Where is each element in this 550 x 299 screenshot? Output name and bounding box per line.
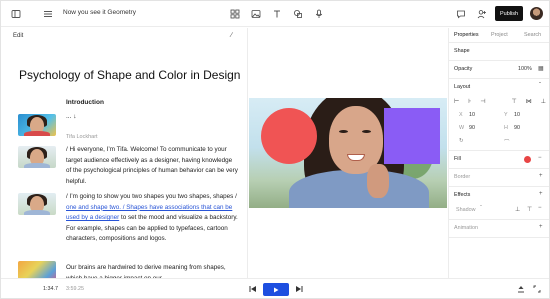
layout-label: Layout — [454, 84, 471, 90]
publish-button[interactable]: Publish — [495, 6, 523, 21]
effects-label: Effects — [454, 192, 471, 198]
plus-icon[interactable]: + — [539, 224, 543, 230]
fill-color-swatch[interactable] — [524, 156, 531, 163]
add-user-icon[interactable] — [475, 7, 489, 21]
skip-forward-icon[interactable] — [295, 285, 303, 295]
h-label: H — [504, 125, 508, 131]
align-center-h-icon[interactable]: ⊦ — [468, 98, 471, 105]
w-label: W — [459, 125, 465, 131]
tab-project[interactable]: Project — [491, 32, 508, 38]
align-center-v-icon[interactable]: ⋈ — [526, 98, 532, 105]
pencil-icon[interactable]: ∕ — [231, 32, 232, 39]
scene-thumbnail-3[interactable] — [18, 193, 56, 215]
shadow-label: Shadow — [456, 207, 476, 213]
chevron-up-icon[interactable]: ˆ — [539, 83, 541, 89]
h-input[interactable]: 90 — [514, 125, 520, 131]
y-label: Y — [504, 112, 508, 118]
x-input[interactable]: 10 — [469, 112, 475, 118]
shadow-settings-icon[interactable]: ⊥ — [515, 206, 520, 213]
properties-panel: Properties Project Search Shape Opacity … — [448, 28, 549, 278]
play-icon — [274, 287, 279, 292]
total-time: 3:59.25 — [66, 286, 84, 292]
tab-search[interactable]: Search — [524, 32, 541, 38]
app-window: Now you see it Geometry Publish Edit ∕ P… — [0, 0, 550, 299]
tab-properties[interactable]: Properties — [454, 32, 479, 38]
microphone-icon[interactable] — [312, 7, 326, 21]
scene-thumbnail-4[interactable] — [18, 261, 56, 278]
comment-icon[interactable] — [454, 7, 468, 21]
expand-icon[interactable] — [533, 285, 541, 295]
script-paragraph-3[interactable]: Our brains are hardwired to derive meani… — [66, 263, 238, 278]
rotate-icon[interactable]: ↻ — [459, 138, 464, 144]
y-input[interactable]: 10 — [514, 112, 520, 118]
panel-toggle-icon[interactable] — [9, 7, 23, 21]
edit-label: Edit — [13, 33, 24, 39]
image-icon[interactable] — [249, 7, 263, 21]
align-left-icon[interactable]: ⊢ — [454, 98, 459, 105]
upload-icon[interactable] — [517, 285, 525, 295]
section-heading[interactable]: Introduction — [66, 99, 104, 106]
plus-icon[interactable]: + — [539, 173, 543, 179]
current-time: 1:34.7 — [43, 286, 58, 292]
fill-label: Fill — [454, 156, 461, 162]
minus-icon[interactable]: − — [538, 155, 542, 161]
chevron-down-icon[interactable]: ˇ — [480, 206, 482, 212]
grid-icon[interactable] — [228, 7, 242, 21]
purple-square-shape[interactable] — [384, 108, 440, 164]
x-label: X — [459, 112, 463, 118]
opacity-icon[interactable]: ▦ — [538, 65, 544, 72]
script-paragraph-2[interactable]: / I’m going to show you two shapes you t… — [66, 192, 238, 245]
scene-thumbnail-2[interactable] — [18, 146, 56, 168]
text-icon[interactable] — [270, 7, 284, 21]
align-top-icon[interactable]: ⊤ — [512, 98, 517, 105]
plus-icon[interactable]: + — [539, 191, 543, 197]
avatar[interactable] — [530, 7, 543, 20]
paragraph-text: / I’m going to show you two shapes you t… — [66, 193, 237, 200]
menu-icon[interactable] — [41, 7, 55, 21]
align-bottom-icon[interactable]: ⊥ — [541, 98, 546, 105]
video-canvas[interactable] — [249, 98, 447, 208]
skip-back-icon[interactable] — [249, 285, 257, 295]
scene-thumbnail-1[interactable] — [18, 114, 56, 136]
w-input[interactable]: 90 — [469, 125, 475, 131]
script-paragraph-1[interactable]: / Hi everyone, I’m Tifa. Welcome! To com… — [66, 145, 238, 187]
align-right-icon[interactable]: ⊣ — [480, 98, 485, 105]
corner-radius-icon[interactable]: ⌒ — [504, 138, 509, 146]
script-panel: Edit ∕ Psychology of Shape and Color in … — [1, 28, 248, 278]
top-toolbar: Now you see it Geometry Publish — [1, 1, 549, 27]
document-title[interactable]: Now you see it Geometry — [63, 9, 136, 16]
shapes-icon[interactable] — [291, 7, 305, 21]
animation-label: Animation — [454, 225, 478, 231]
opacity-value[interactable]: 100% — [518, 66, 532, 72]
play-button[interactable] — [263, 283, 289, 296]
minus-icon[interactable]: − — [538, 205, 542, 211]
shape-section-label: Shape — [454, 48, 470, 54]
border-label: Border — [454, 174, 471, 180]
scene-placeholder[interactable]: ... ↓ — [66, 113, 76, 120]
alignment-toolbar: ⊢ ⊦ ⊣ ⊤ ⋈ ⊥ — [454, 98, 546, 105]
playback-bar: 1:34.7 3:59.25 — [1, 278, 549, 299]
speaker-name: Tifa Lockhart — [66, 134, 98, 140]
red-circle-shape[interactable] — [261, 108, 317, 164]
opacity-label: Opacity — [454, 66, 473, 72]
script-title[interactable]: Psychology of Shape and Color in Design — [19, 68, 240, 82]
shadow-toggle-icon[interactable]: ⊤ — [527, 206, 532, 213]
